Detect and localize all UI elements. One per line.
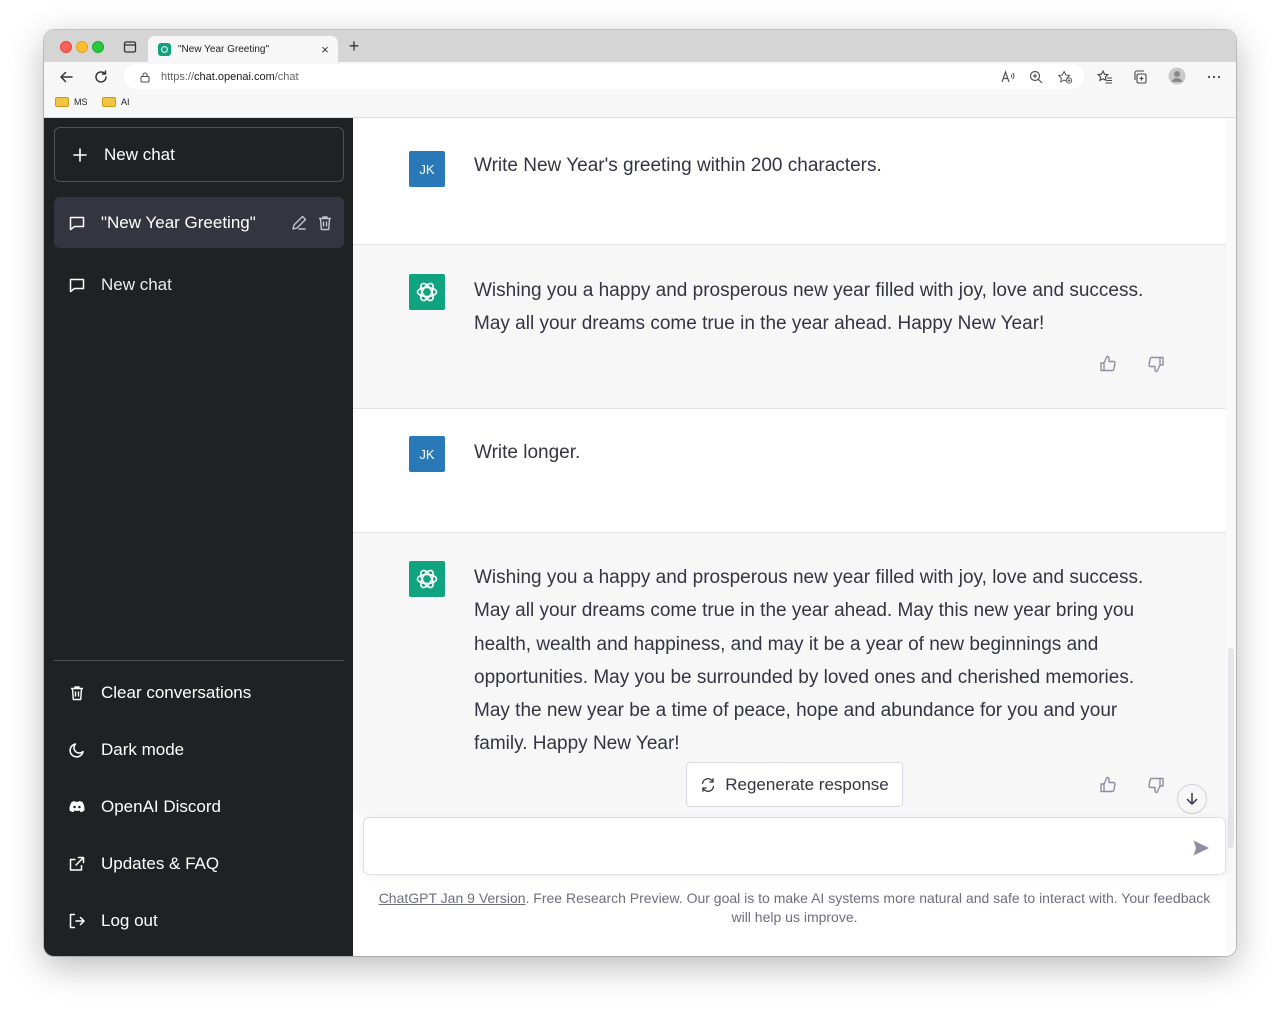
bookmark-folder-ai[interactable]: AI xyxy=(102,97,130,107)
sidebar-divider xyxy=(54,660,344,661)
version-link[interactable]: ChatGPT Jan 9 Version xyxy=(379,890,526,906)
more-menu-icon[interactable] xyxy=(1206,69,1222,85)
conversation-label: New chat xyxy=(101,274,172,294)
message-input[interactable] xyxy=(380,836,1160,860)
url-host: chat.openai.com xyxy=(194,70,275,83)
collections-icon[interactable] xyxy=(1132,69,1148,85)
log-out-button[interactable]: Log out xyxy=(54,899,344,943)
dark-mode-label: Dark mode xyxy=(101,740,185,759)
log-out-label: Log out xyxy=(101,911,158,930)
thumbs-up-icon[interactable] xyxy=(1097,774,1119,796)
tab-title: "New Year Greeting" xyxy=(178,43,270,55)
log-out-icon xyxy=(68,912,86,930)
maximize-window-button[interactable] xyxy=(92,41,104,53)
updates-faq-link[interactable]: Updates & FAQ xyxy=(54,842,344,886)
profile-avatar-icon[interactable] xyxy=(1168,67,1186,85)
scrollbar-thumb[interactable] xyxy=(1228,648,1234,848)
footer-disclaimer: ChatGPT Jan 9 Version. Free Research Pre… xyxy=(373,889,1216,927)
thumbs-down-icon[interactable] xyxy=(1145,353,1167,375)
chat-bubble-icon xyxy=(68,214,86,232)
scroll-to-bottom-button[interactable] xyxy=(1177,784,1207,814)
thumbs-up-icon[interactable] xyxy=(1097,353,1119,375)
tab-actions-icon[interactable] xyxy=(122,39,138,55)
bookmarks-bar: MS AI xyxy=(44,92,1236,118)
zoom-icon[interactable] xyxy=(1028,69,1044,85)
edit-pencil-icon[interactable] xyxy=(288,212,310,234)
delete-trash-icon[interactable] xyxy=(314,212,336,234)
chatgpt-logo-icon xyxy=(409,561,445,597)
send-icon[interactable] xyxy=(1190,837,1212,859)
read-aloud-icon[interactable] xyxy=(1000,69,1016,85)
bookmark-label: AI xyxy=(121,97,130,107)
message-text: Wishing you a happy and prosperous new y… xyxy=(474,567,1144,755)
sidebar: New chat "New Year Greeting" New chat Cl… xyxy=(44,118,353,956)
message-text: Wishing you a happy and prosperous new y… xyxy=(474,280,1144,335)
user-avatar: JK xyxy=(409,436,445,472)
chat-bubble-icon xyxy=(68,276,86,294)
favorites-icon[interactable] xyxy=(1097,69,1113,85)
folder-icon xyxy=(55,97,69,107)
chat-main: JK Write New Year's greeting within 200 … xyxy=(353,118,1236,956)
browser-window: "New Year Greeting" × + https:// chat.op… xyxy=(44,30,1236,956)
url-scheme: https:// xyxy=(161,70,195,83)
new-tab-button[interactable]: + xyxy=(344,36,364,56)
bookmark-label: MS xyxy=(74,97,88,107)
chatgpt-logo-icon xyxy=(409,274,445,310)
back-button[interactable] xyxy=(56,67,76,87)
message-text: Write New Year's greeting within 200 cha… xyxy=(474,155,882,176)
plus-icon xyxy=(71,146,89,164)
browser-toolbar: https:// chat.openai.com /chat xyxy=(44,62,1236,92)
conversation-label: "New Year Greeting" xyxy=(101,212,256,232)
chat-app: New chat "New Year Greeting" New chat Cl… xyxy=(44,118,1236,956)
discord-icon xyxy=(68,798,86,816)
regenerate-label: Regenerate response xyxy=(725,774,889,794)
minimize-window-button[interactable] xyxy=(76,41,88,53)
add-favorite-icon[interactable] xyxy=(1057,69,1073,85)
message-text: Write longer. xyxy=(474,442,581,463)
url-path: /chat xyxy=(274,70,299,83)
message-composer xyxy=(363,817,1226,875)
openai-discord-link[interactable]: OpenAI Discord xyxy=(54,785,344,829)
lock-icon[interactable] xyxy=(139,71,151,83)
new-chat-button[interactable]: New chat xyxy=(54,127,344,182)
refresh-icon xyxy=(700,777,716,793)
clear-conversations-button[interactable]: Clear conversations xyxy=(54,671,344,715)
conversation-item-new-year-greeting[interactable]: "New Year Greeting" xyxy=(54,197,344,248)
message-row-assistant: Wishing you a happy and prosperous new y… xyxy=(353,245,1226,409)
tab-strip: "New Year Greeting" × + xyxy=(44,30,1236,62)
moon-icon xyxy=(68,741,86,759)
openai-discord-label: OpenAI Discord xyxy=(101,797,221,816)
address-bar[interactable]: https:// chat.openai.com /chat xyxy=(124,64,1084,89)
new-chat-label: New chat xyxy=(104,144,175,164)
message-row-user: JK Write New Year's greeting within 200 … xyxy=(353,118,1226,245)
bookmark-folder-ms[interactable]: MS xyxy=(55,97,88,107)
reload-button[interactable] xyxy=(91,67,111,87)
regenerate-response-button[interactable]: Regenerate response xyxy=(686,762,903,807)
conversation-item-new-chat[interactable]: New chat xyxy=(54,259,344,310)
browser-tab[interactable]: "New Year Greeting" × xyxy=(148,36,338,62)
tab-close-icon[interactable]: × xyxy=(316,42,334,57)
thumbs-down-icon[interactable] xyxy=(1145,774,1167,796)
feedback-buttons xyxy=(1097,353,1167,375)
dark-mode-button[interactable]: Dark mode xyxy=(54,728,344,772)
folder-icon xyxy=(102,97,116,107)
updates-faq-label: Updates & FAQ xyxy=(101,854,220,873)
trash-icon xyxy=(68,684,86,702)
feedback-buttons xyxy=(1097,774,1167,796)
close-window-button[interactable] xyxy=(60,41,72,53)
external-link-icon xyxy=(68,855,86,873)
footer-note-text: . Free Research Preview. Our goal is to … xyxy=(525,890,1211,925)
user-avatar: JK xyxy=(409,151,445,187)
message-row-user: JK Write longer. xyxy=(353,409,1226,533)
openai-favicon-icon xyxy=(158,42,171,56)
clear-conversations-label: Clear conversations xyxy=(101,683,252,702)
